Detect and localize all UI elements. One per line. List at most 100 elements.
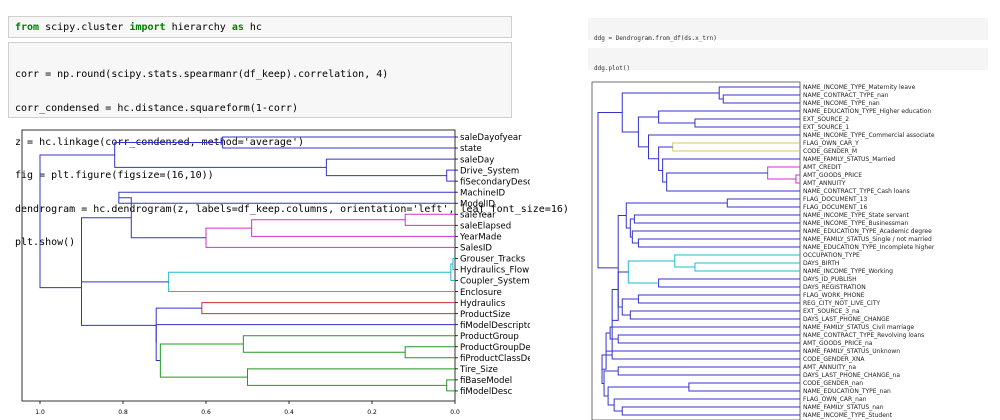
code-line: corr = np.round(scipy.stats.spearmanr(df… xyxy=(15,69,389,81)
x-tick-label: 1.0 xyxy=(35,409,45,416)
leaf-label: NAME_INCOME_TYPE_Maternity leave xyxy=(803,84,916,91)
leaf-label: DAYS_LAST_PHONE_CHANGE xyxy=(803,316,890,323)
leaf-label: NAME_INCOME_TYPE_Commercial associate xyxy=(803,132,935,139)
dendrogram-link xyxy=(446,169,455,182)
import-name: hierarchy xyxy=(171,22,226,33)
leaf-label: YearMade xyxy=(459,233,502,243)
leaf-label: OCCUPATION_TYPE xyxy=(803,252,860,259)
kw-import: import xyxy=(129,22,166,33)
dendrogram-link xyxy=(603,370,619,397)
leaf-label: FLAG_OWN_CAR_nan xyxy=(803,396,867,403)
leaf-label: EXT_SOURCE_3_na xyxy=(803,308,860,315)
leaf-label: SalesID xyxy=(460,244,492,254)
leaf-label: Drive_System xyxy=(460,166,519,176)
dendrogram-link xyxy=(658,278,800,288)
dendrogram-link xyxy=(694,118,800,128)
dendrogram-link xyxy=(617,334,800,344)
dendrogram-link xyxy=(114,142,327,168)
dendrogram-link xyxy=(155,307,202,343)
module-name: scipy.cluster xyxy=(45,22,124,33)
leaf-label: state xyxy=(460,144,482,154)
leaf-label: Coupler_System xyxy=(460,277,530,287)
leaf-label: NAME_FAMILY_STATUS_Single / not married xyxy=(803,236,932,243)
dendrogram-link xyxy=(155,324,455,362)
leaf-label: Enclosure xyxy=(460,288,502,298)
leaf-label: AMT_ANNUITY_na xyxy=(803,364,856,371)
dendrogram-link xyxy=(627,260,675,284)
dendrogram-link xyxy=(637,294,800,304)
leaf-label: NAME_INCOME_TYPE_nan xyxy=(803,100,880,107)
leaf-label: AMT_ANNUITY xyxy=(803,180,846,187)
code-line: corr_condensed = hc.distance.squareform(… xyxy=(15,103,298,114)
dendrogram-link xyxy=(404,346,455,359)
import-cell[interactable]: from scipy.cluster import hierarchy as h… xyxy=(8,16,512,38)
plot-frame xyxy=(21,129,456,402)
x-tick-label: 0.2 xyxy=(367,409,377,416)
dendrogram-link xyxy=(613,398,800,412)
kw-as: as xyxy=(231,22,244,33)
dendrogram-link xyxy=(674,254,800,268)
left-dendrogram: 1.0 0.8 0.6 0.4 0.2 0.0saleDayofyearstatesale… xyxy=(21,129,530,416)
import-alias: hc xyxy=(249,22,262,33)
dendrogram-link xyxy=(722,94,800,104)
dendrogram-link xyxy=(242,335,455,353)
right-cell-2[interactable]: ddg.plot() xyxy=(588,48,988,72)
dendrogram-link xyxy=(672,142,800,152)
x-tick-label: 0.4 xyxy=(284,409,294,416)
leaf-label: Grouser_Tracks xyxy=(460,255,526,265)
dendrogram-link xyxy=(621,92,720,133)
dendrogram-link xyxy=(726,198,800,208)
dendrogram-link xyxy=(251,219,455,237)
right-cell-1-code: ddg = Dendrogram.from_df(ds.x_trn) xyxy=(594,35,717,42)
leaf-label: CODE_GENDER_XNA xyxy=(803,356,865,363)
dendrogram-link xyxy=(81,249,157,326)
leaf-label: saleElapsed xyxy=(460,222,511,232)
dendrogram-link xyxy=(688,382,800,392)
dendrogram-link xyxy=(607,386,689,406)
dendrogram-link xyxy=(205,227,455,248)
leaf-label: REG_CITY_NOT_LIVE_CITY xyxy=(803,300,880,307)
dendrogram-link xyxy=(633,214,800,224)
dendrogram-link xyxy=(159,343,248,378)
dendrogram-link xyxy=(621,406,800,416)
leaf-label: saleDay xyxy=(460,155,494,165)
code-cell[interactable]: corr = np.round(scipy.stats.spearmanr(df… xyxy=(8,42,569,248)
dendrogram-link xyxy=(118,191,455,204)
leaf-label: fiProductClassDesc xyxy=(460,354,530,364)
leaf-label: NAME_CONTRACT_TYPE_Cash loans xyxy=(803,188,910,195)
leaf-label: AMT_GOODS_PRICE xyxy=(803,172,862,179)
leaf-label: ModelID xyxy=(460,199,495,209)
leaf-label: fiModelDescriptor xyxy=(460,321,530,331)
leaf-label: AMT_CREDIT xyxy=(803,164,841,171)
leaf-label: NAME_EDUCATION_TYPE_Higher education xyxy=(803,108,931,115)
dendrogram-link xyxy=(718,86,800,100)
right-cell-2-code: ddg.plot() xyxy=(594,65,631,72)
dendrogram-link xyxy=(168,271,455,293)
dendrogram-link xyxy=(247,368,455,386)
right-cell-1[interactable]: ddg = Dendrogram.from_df(ds.x_trn) xyxy=(588,18,988,42)
dendrogram-link xyxy=(637,238,800,248)
dendrogram-link xyxy=(795,174,800,184)
dendrogram-link xyxy=(446,379,455,392)
leaf-label: Hydraulics xyxy=(460,299,506,309)
dendrogram-link xyxy=(325,158,455,177)
dendrogram-link xyxy=(694,262,800,272)
leaf-label: FLAG_DOCUMENT_16 xyxy=(803,204,867,211)
leaf-label: CODE_GENDER_nan xyxy=(803,380,863,387)
leaf-label: EXT_SOURCE_2 xyxy=(803,116,849,123)
leaf-label: CODE_GENDER_M xyxy=(803,148,857,155)
leaf-label: NAME_CONTRACT_TYPE_nan xyxy=(803,92,889,99)
x-tick-label: 0.8 xyxy=(118,409,128,416)
leaf-label: ProductSize xyxy=(460,310,510,320)
leaf-label: DAYS_BIRTH xyxy=(803,260,839,267)
leaf-label: NAME_INCOME_TYPE_State servant xyxy=(803,212,910,219)
leaf-label: AMT_GOODS_PRICE_na xyxy=(803,340,873,347)
dendrogram-link xyxy=(666,172,800,192)
x-tick-label: 0.6 xyxy=(201,409,211,416)
leaf-label: NAME_INCOME_TYPE_Businessman xyxy=(803,220,908,227)
dendrogram-link xyxy=(617,366,800,376)
leaf-label: DAYS_LAST_PHONE_CHANGE_na xyxy=(803,372,900,379)
dendrogram-link xyxy=(609,326,800,340)
dendrogram-link xyxy=(201,302,455,315)
dendrogram-link xyxy=(629,310,800,320)
